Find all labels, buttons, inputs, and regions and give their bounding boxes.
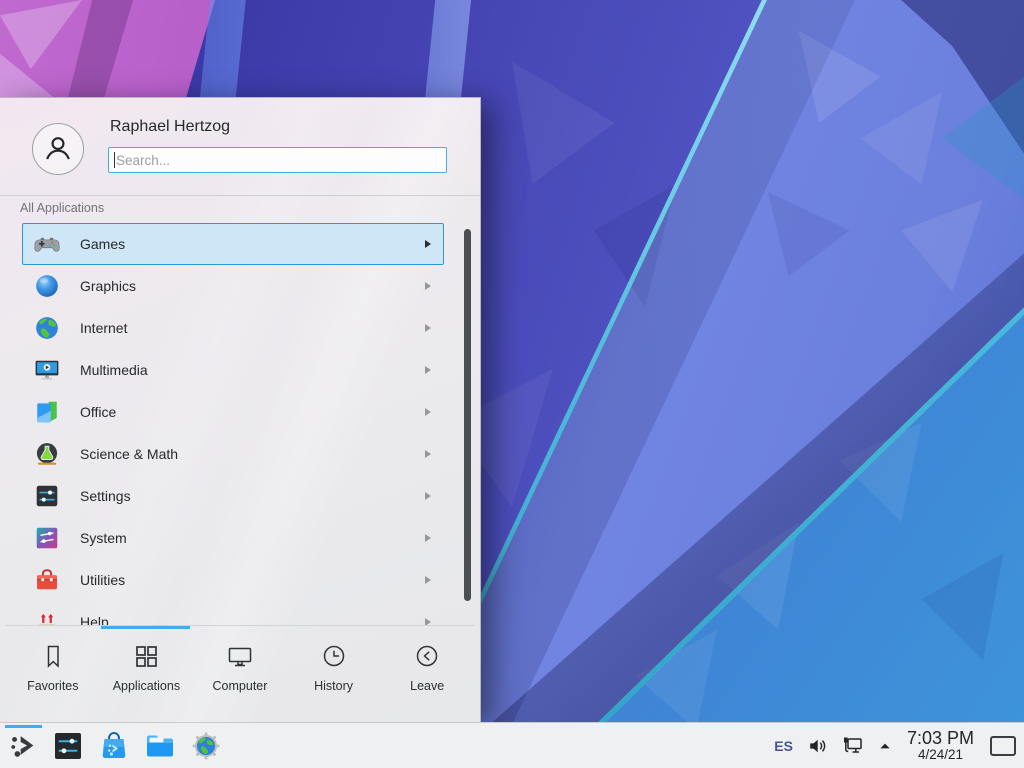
utilities-icon	[34, 567, 60, 593]
submenu-arrow-icon	[425, 324, 431, 332]
category-utilities[interactable]: Utilities	[22, 559, 444, 601]
tab-label: Favorites	[27, 679, 78, 693]
tab-bar: Favorites Applications Computer History Leav…	[0, 629, 480, 722]
taskbar-app-web-browser[interactable]	[190, 730, 222, 762]
desktop: Raphael Hertzog Search... All Applicatio…	[0, 0, 1024, 768]
clock-time: 7:03 PM	[907, 729, 974, 748]
tab-label: Applications	[113, 679, 180, 693]
category-list: Games Graphics Internet Multimedia Office Sci…	[22, 223, 444, 625]
tab-favorites[interactable]: Favorites	[6, 629, 100, 722]
favorites-icon	[39, 642, 67, 670]
category-label: Science & Math	[80, 446, 425, 462]
applications-icon	[132, 642, 160, 670]
submenu-arrow-icon	[425, 450, 431, 458]
submenu-arrow-icon	[425, 576, 431, 584]
office-icon	[34, 399, 60, 425]
science-icon	[34, 441, 60, 467]
graphics-icon	[34, 273, 60, 299]
category-label: Help	[80, 614, 425, 625]
category-multimedia[interactable]: Multimedia	[22, 349, 444, 391]
taskbar: ES 7:03 PM 4/24/21	[0, 722, 1024, 768]
user-icon	[38, 129, 78, 169]
tab-label: History	[314, 679, 353, 693]
clock[interactable]: 7:03 PM 4/24/21	[907, 729, 974, 762]
category-system[interactable]: System	[22, 517, 444, 559]
user-avatar[interactable]	[32, 123, 84, 175]
kde-launcher-icon	[8, 731, 38, 761]
submenu-arrow-icon	[425, 282, 431, 290]
help-icon	[34, 609, 60, 625]
launcher-header: Raphael Hertzog Search...	[0, 98, 480, 196]
games-icon	[34, 231, 60, 257]
category-help[interactable]: Help	[22, 601, 444, 625]
category-internet[interactable]: Internet	[22, 307, 444, 349]
tab-history[interactable]: History	[287, 629, 381, 722]
category-games[interactable]: Games	[22, 223, 444, 265]
category-label: Games	[80, 236, 425, 252]
launcher-active-indicator	[5, 725, 42, 728]
submenu-arrow-icon	[425, 240, 431, 248]
submenu-arrow-icon	[425, 408, 431, 416]
user-name: Raphael Hertzog	[110, 118, 230, 136]
category-science-math[interactable]: Science & Math	[22, 433, 444, 475]
text-cursor	[114, 152, 115, 168]
category-settings[interactable]: Settings	[22, 475, 444, 517]
taskbar-app-discover[interactable]	[98, 730, 130, 762]
tab-leave[interactable]: Leave	[380, 629, 474, 722]
category-label: Utilities	[80, 572, 425, 588]
category-graphics[interactable]: Graphics	[22, 265, 444, 307]
history-icon	[320, 642, 348, 670]
leave-icon	[413, 642, 441, 670]
keyboard-layout-indicator[interactable]: ES	[774, 738, 793, 754]
search-placeholder: Search...	[116, 153, 170, 168]
network-icon[interactable]	[841, 734, 865, 758]
submenu-arrow-icon	[425, 366, 431, 374]
volume-icon[interactable]	[807, 735, 829, 757]
tab-label: Computer	[213, 679, 268, 693]
tab-label: Leave	[410, 679, 444, 693]
tab-applications[interactable]: Applications	[100, 629, 194, 722]
search-input[interactable]: Search...	[108, 147, 447, 173]
category-label: Office	[80, 404, 425, 420]
system-tray: ES 7:03 PM 4/24/21	[774, 729, 1024, 762]
computer-icon	[226, 642, 254, 670]
multimedia-icon	[34, 357, 60, 383]
scrollbar[interactable]	[464, 229, 471, 601]
section-label: All Applications	[20, 201, 104, 215]
show-desktop-button[interactable]	[990, 736, 1016, 756]
taskbar-app-system-settings[interactable]	[52, 730, 84, 762]
tabbar-separator	[5, 625, 475, 626]
submenu-arrow-icon	[425, 534, 431, 542]
category-label: Settings	[80, 488, 425, 504]
tab-computer[interactable]: Computer	[193, 629, 287, 722]
submenu-arrow-icon	[425, 618, 431, 625]
category-office[interactable]: Office	[22, 391, 444, 433]
category-label: Graphics	[80, 278, 425, 294]
category-label: System	[80, 530, 425, 546]
category-label: Internet	[80, 320, 425, 336]
system-icon	[34, 525, 60, 551]
internet-icon	[34, 315, 60, 341]
clock-date: 4/24/21	[907, 748, 974, 762]
application-launcher: Raphael Hertzog Search... All Applicatio…	[0, 97, 481, 722]
category-label: Multimedia	[80, 362, 425, 378]
settings-icon	[34, 483, 60, 509]
launcher-button[interactable]	[0, 723, 46, 768]
expand-tray-icon[interactable]	[877, 738, 893, 754]
submenu-arrow-icon	[425, 492, 431, 500]
taskbar-app-file-manager[interactable]	[144, 730, 176, 762]
